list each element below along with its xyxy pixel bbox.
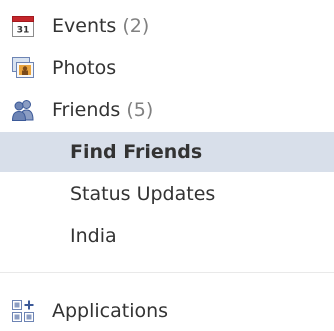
friends-count: (5)	[126, 99, 154, 121]
events-count: (2)	[122, 15, 150, 37]
left-nav-menu: 31 Events (2) Photos Friends (5) Find Fr…	[0, 0, 334, 323]
nav-item-applications[interactable]: Applications	[0, 291, 334, 331]
nav-divider	[0, 272, 334, 273]
friends-subitem-label: Status Updates	[70, 183, 216, 205]
calendar-day-number: 31	[17, 26, 30, 36]
nav-item-applications-label: Applications	[52, 300, 169, 322]
friends-subitem-india[interactable]: India	[0, 216, 334, 256]
friends-icon	[11, 99, 34, 121]
nav-item-photos-label: Photos	[52, 57, 117, 79]
friends-subitem-find-friends[interactable]: Find Friends	[0, 132, 334, 172]
nav-item-friends-label: Friends (5)	[52, 99, 154, 121]
calendar-icon: 31	[12, 15, 34, 37]
nav-item-photos[interactable]: Photos	[0, 48, 334, 88]
friends-subitem-label: Find Friends	[70, 141, 203, 163]
applications-icon	[12, 300, 34, 322]
friends-subitem-status-updates[interactable]: Status Updates	[0, 174, 334, 214]
nav-item-friends[interactable]: Friends (5)	[0, 90, 334, 130]
friends-subitem-label: India	[70, 225, 117, 247]
nav-item-events[interactable]: 31 Events (2)	[0, 6, 334, 46]
nav-item-events-label: Events (2)	[52, 15, 150, 37]
photos-icon	[12, 57, 34, 79]
